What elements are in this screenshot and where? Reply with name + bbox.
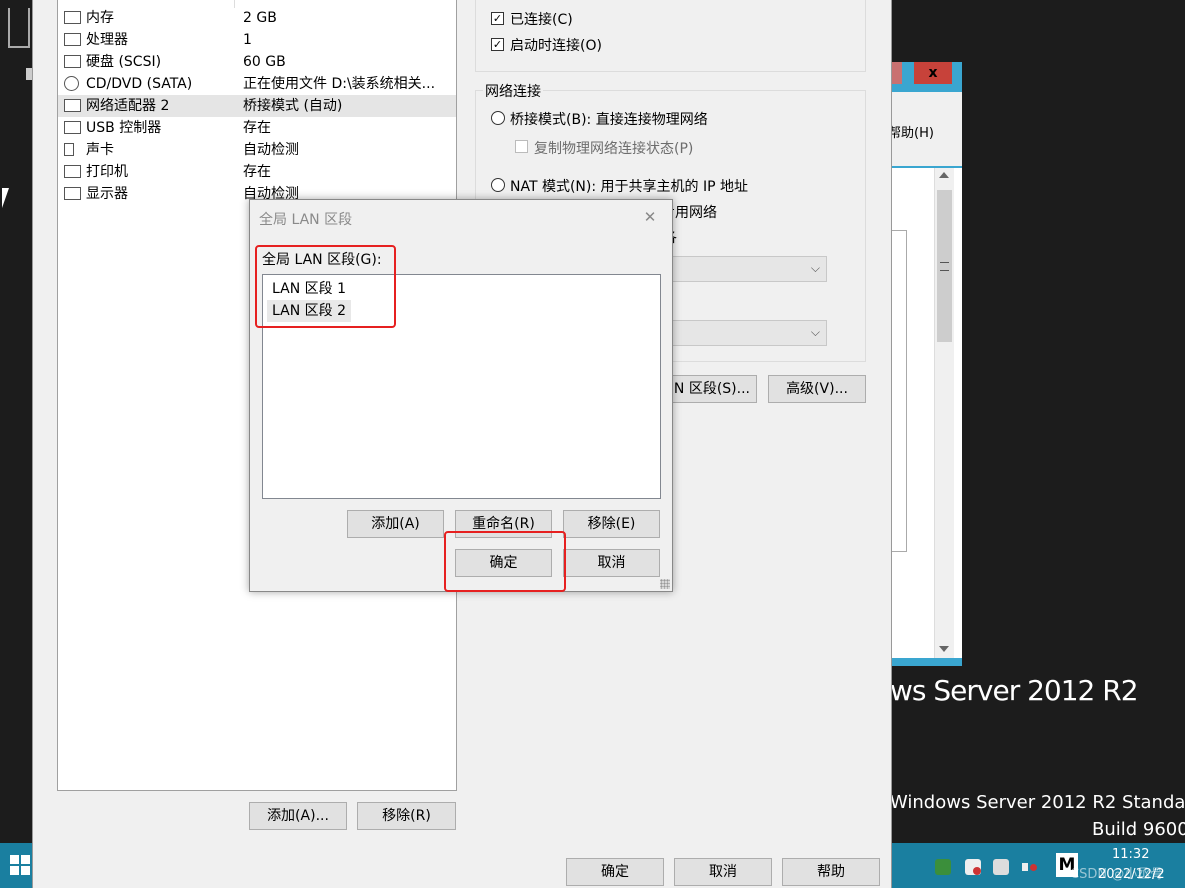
device-name: 网络适配器 2 (86, 98, 170, 114)
highlight-box-ok-button (444, 531, 566, 592)
device-name: 打印机 (86, 164, 128, 180)
os-branding-text: ws Server 2012 R2 (890, 674, 1139, 707)
background-window: x 帮助(H) (888, 62, 962, 666)
sound-icon (64, 143, 74, 156)
network-connection-title: 网络连接 (483, 81, 543, 101)
device-name: 内存 (86, 10, 114, 26)
vertical-scrollbar[interactable] (934, 168, 954, 658)
memory-icon (64, 11, 81, 24)
dialog-close-button[interactable]: ✕ (640, 207, 660, 227)
device-summary: 桥接模式 (自动) (243, 98, 343, 114)
connect-at-power-on-label[interactable]: 启动时连接(O) (510, 35, 602, 55)
os-edition-text: Windows Server 2012 R2 Standard (890, 792, 1185, 813)
device-row-harddisk[interactable]: 硬盘 (SCSI) 60 GB (58, 51, 456, 73)
highlight-box-segment-list (255, 245, 396, 328)
replicate-checkbox[interactable] (515, 140, 528, 153)
clock-time[interactable]: 11:32 (1112, 847, 1149, 862)
connected-checkbox[interactable]: ✓ (491, 12, 504, 25)
cancel-button[interactable]: 取消 (674, 858, 772, 886)
nat-radio[interactable] (491, 178, 505, 192)
device-summary: 1 (243, 32, 252, 48)
custom-network-select[interactable]: ⌵ (663, 256, 827, 282)
chevron-down-icon: ⌵ (810, 324, 820, 339)
device-name: 硬盘 (SCSI) (86, 54, 162, 70)
help-button[interactable]: 帮助 (782, 858, 880, 886)
bridged-radio[interactable] (491, 111, 505, 125)
windows-logo-icon (10, 855, 30, 875)
tray-network-status-icon[interactable] (993, 859, 1009, 875)
bridged-label[interactable]: 桥接模式(B): 直接连接物理网络 (510, 109, 708, 129)
connected-label[interactable]: 已连接(C) (510, 9, 573, 29)
device-summary: 存在 (243, 120, 271, 136)
chevron-down-icon: ⌵ (810, 260, 820, 275)
os-build-text: Build 9600 (1092, 819, 1185, 840)
processor-icon (64, 33, 81, 46)
menu-help[interactable]: 帮助(H) (888, 122, 934, 141)
desktop-icon[interactable] (2, 0, 34, 90)
display-icon (64, 187, 81, 200)
resize-grip-icon[interactable] (660, 579, 670, 589)
connect-at-power-on-checkbox[interactable]: ✓ (491, 38, 504, 51)
add-hardware-button[interactable]: 添加(A)... (249, 802, 347, 830)
device-name: 声卡 (86, 142, 114, 158)
lan-segments-button[interactable]: N 区段(S)... (663, 375, 757, 403)
tray-flag-icon[interactable] (965, 859, 981, 875)
device-row-processor[interactable]: 处理器 1 (58, 29, 456, 51)
ok-button[interactable]: 确定 (566, 858, 664, 886)
mouse-cursor-icon (2, 188, 9, 208)
printer-icon (64, 165, 81, 178)
close-icon: x (928, 65, 938, 81)
device-row-memory[interactable]: 内存 2 GB (58, 7, 456, 29)
tray-volume-icon[interactable] (1022, 859, 1038, 875)
device-summary: 自动检测 (243, 142, 299, 158)
tray-network-icon[interactable] (935, 859, 951, 875)
device-name: 显示器 (86, 186, 128, 202)
start-button[interactable] (6, 851, 34, 879)
device-summary: 60 GB (243, 54, 286, 70)
remove-hardware-button[interactable]: 移除(R) (357, 802, 456, 830)
usb-icon (64, 121, 81, 134)
watermark: CSDN @小丞骨 (1070, 867, 1164, 882)
device-summary: 存在 (243, 164, 271, 180)
scroll-down-icon[interactable] (939, 646, 949, 652)
dialog-cancel-button[interactable]: 取消 (563, 549, 660, 577)
harddisk-icon (64, 55, 81, 68)
device-name: USB 控制器 (86, 120, 162, 136)
lan-segment-select[interactable]: ⌵ (663, 320, 827, 346)
device-row-sound[interactable]: 声卡 自动检测 (58, 139, 456, 161)
remove-segment-button[interactable]: 移除(E) (563, 510, 660, 538)
replicate-label[interactable]: 复制物理网络连接状态(P) (534, 138, 693, 158)
device-row-cd-dvd[interactable]: CD/DVD (SATA) 正在使用文件 D:\装系统相关... (58, 73, 456, 95)
advanced-button[interactable]: 高级(V)... (768, 375, 866, 403)
scroll-up-icon[interactable] (939, 172, 949, 178)
window-close-button[interactable]: x (914, 62, 952, 84)
close-icon: ✕ (643, 208, 657, 226)
device-summary: 2 GB (243, 10, 277, 26)
device-name: CD/DVD (SATA) (86, 76, 193, 92)
dialog-title: 全局 LAN 区段 (259, 212, 353, 228)
add-segment-button[interactable]: 添加(A) (347, 510, 444, 538)
device-summary: 正在使用文件 D:\装系统相关... (243, 76, 436, 92)
network-adapter-icon (64, 99, 81, 112)
device-row-usb[interactable]: USB 控制器 存在 (58, 117, 456, 139)
device-row-printer[interactable]: 打印机 存在 (58, 161, 456, 183)
scroll-grip-icon (940, 262, 949, 271)
device-row-network-adapter[interactable]: 网络适配器 2 桥接模式 (自动) (58, 95, 456, 117)
cd-icon (64, 76, 79, 91)
device-name: 处理器 (86, 32, 128, 48)
nat-label[interactable]: NAT 模式(N): 用于共享主机的 IP 地址 (510, 176, 748, 196)
